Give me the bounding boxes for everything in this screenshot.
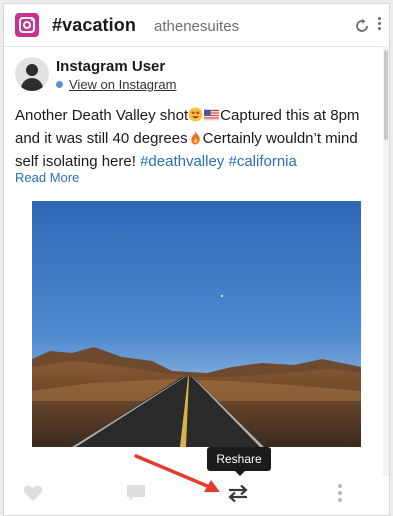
stream-title: #vacation [52, 15, 136, 35]
tooltip-label: Reshare [216, 452, 262, 466]
instagram-icon [15, 13, 39, 37]
status-dot [56, 81, 63, 88]
user-name: Instagram User [56, 58, 166, 75]
hashtag-link[interactable]: #deathvalley [140, 153, 224, 170]
view-on-instagram: View on Instagram [56, 77, 176, 92]
reshare-icon[interactable] [226, 482, 250, 504]
avatar [15, 57, 49, 91]
more-vertical-icon[interactable] [376, 17, 382, 35]
fire-emoji-icon [190, 130, 200, 145]
view-on-instagram-link[interactable]: View on Instagram [69, 77, 176, 92]
heart-eyes-emoji-icon [188, 107, 203, 122]
hashtag-link[interactable]: #california [228, 153, 296, 170]
read-more-link[interactable]: Read More [15, 170, 79, 185]
more-vertical-icon[interactable] [337, 484, 343, 502]
us-flag-emoji-icon [204, 109, 220, 121]
heart-icon[interactable] [23, 484, 43, 502]
post-text: Another Death Valley shot Captured this … [15, 104, 385, 173]
stream-header: #vacation athenesuites [4, 4, 389, 47]
stream-account: athenesuites [154, 18, 240, 35]
reshare-tooltip: Reshare [207, 447, 271, 476]
comment-icon[interactable] [125, 483, 147, 503]
refresh-icon[interactable] [354, 18, 370, 34]
post-text-part: Another Death Valley shot [15, 107, 189, 124]
post-image[interactable] [32, 201, 361, 447]
stream-card: #vacation athenesuites Instagram User Vi… [3, 3, 390, 516]
